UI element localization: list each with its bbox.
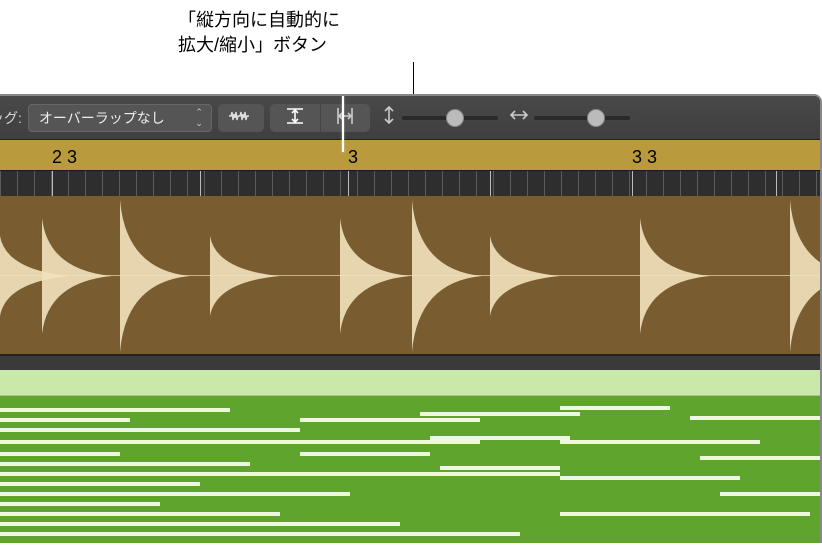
- timeline-ruler[interactable]: 2 3 3 3 3: [0, 140, 820, 196]
- drag-mode-label: ラッグ:: [0, 108, 22, 128]
- ruler-major-tick: [632, 171, 633, 196]
- ruler-bar-number: 3 3: [632, 147, 657, 168]
- ruler-bar-number: 3: [348, 147, 358, 168]
- horizontal-zoom-control: [510, 108, 630, 127]
- midi-note[interactable]: [0, 482, 200, 486]
- slider-thumb[interactable]: [446, 109, 464, 127]
- midi-note[interactable]: [300, 418, 480, 422]
- tracks-area: [0, 196, 820, 543]
- waveform-icon: [229, 109, 253, 126]
- ruler-major-tick: [52, 171, 53, 196]
- waveform-button[interactable]: [218, 104, 264, 132]
- midi-note[interactable]: [560, 476, 740, 480]
- slider-thumb[interactable]: [587, 109, 605, 127]
- midi-note[interactable]: [560, 440, 760, 444]
- midi-note[interactable]: [0, 408, 230, 412]
- auto-vertical-zoom-button[interactable]: [270, 104, 320, 132]
- callout-label: 「縦方向に自動的に 拡大/縮小」ボタン: [178, 8, 340, 58]
- midi-note[interactable]: [0, 492, 350, 496]
- vertical-zoom-control: [382, 106, 498, 129]
- ruler-major-tick: [776, 171, 777, 196]
- drag-mode-dropdown[interactable]: オーバーラップなし ⌃ ⌄: [28, 104, 212, 132]
- midi-note[interactable]: [430, 436, 570, 440]
- midi-note[interactable]: [690, 416, 820, 420]
- midi-note[interactable]: [0, 502, 160, 506]
- ruler-bar-number: 2 3: [52, 147, 77, 168]
- ruler-major-tick: [348, 171, 349, 196]
- track-gap: [0, 356, 820, 370]
- chevron-down-icon: ⌄: [195, 119, 203, 128]
- midi-note[interactable]: [0, 512, 280, 516]
- chevron-up-icon: ⌃: [195, 108, 203, 117]
- vertical-arrows-icon: [382, 106, 396, 129]
- audio-waveform: [0, 196, 820, 356]
- midi-region-header[interactable]: [0, 370, 820, 396]
- midi-note[interactable]: [0, 522, 400, 526]
- midi-note[interactable]: [0, 428, 300, 432]
- auto-horizontal-zoom-icon: [336, 107, 354, 128]
- midi-note[interactable]: [300, 452, 430, 456]
- drag-mode-value: オーバーラップなし: [39, 108, 165, 128]
- midi-note[interactable]: [720, 492, 820, 496]
- midi-note[interactable]: [0, 452, 120, 456]
- auto-zoom-button-group: [270, 104, 370, 132]
- vertical-zoom-slider[interactable]: [402, 116, 498, 120]
- horizontal-arrows-icon: [510, 108, 528, 127]
- midi-region[interactable]: [0, 370, 820, 543]
- ruler-bar-strip[interactable]: 2 3 3 3 3: [0, 140, 820, 170]
- midi-note[interactable]: [440, 466, 560, 470]
- midi-note[interactable]: [0, 532, 520, 536]
- midi-note[interactable]: [0, 462, 250, 466]
- midi-note[interactable]: [560, 512, 810, 516]
- audio-region[interactable]: [0, 196, 820, 356]
- midi-note[interactable]: [0, 472, 560, 476]
- midi-note[interactable]: [560, 406, 670, 410]
- midi-note[interactable]: [0, 418, 130, 422]
- playhead[interactable]: [342, 96, 344, 152]
- midi-note[interactable]: [0, 440, 480, 444]
- auto-vertical-zoom-icon: [286, 107, 304, 128]
- horizontal-zoom-slider[interactable]: [534, 116, 630, 120]
- midi-note[interactable]: [700, 456, 820, 460]
- midi-note[interactable]: [420, 412, 580, 416]
- editor-window: ラッグ: オーバーラップなし ⌃ ⌄: [0, 94, 822, 543]
- ruler-major-tick: [490, 171, 491, 196]
- ruler-tick-strip[interactable]: [0, 170, 820, 196]
- ruler-major-tick: [200, 171, 201, 196]
- auto-horizontal-zoom-button[interactable]: [320, 104, 370, 132]
- toolbar: ラッグ: オーバーラップなし ⌃ ⌄: [0, 96, 820, 140]
- midi-notes-area: [0, 396, 820, 543]
